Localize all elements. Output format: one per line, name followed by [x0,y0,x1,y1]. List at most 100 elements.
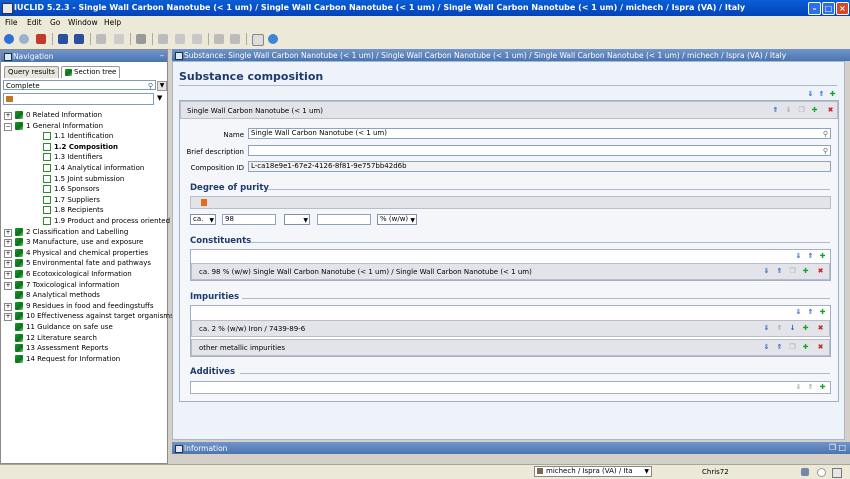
copy-row-icon: ❒ [789,343,796,351]
report-icon[interactable] [252,34,264,46]
menu-edit[interactable]: Edit [27,18,42,27]
title-divider [179,85,837,86]
minimize-panel-icon[interactable]: – [160,51,164,60]
filter-combo[interactable]: Complete ⚲ [3,80,156,90]
node-icon[interactable] [6,96,13,102]
purity-divider [268,189,830,190]
expand-icon[interactable]: + [4,260,12,269]
tree-item-label: 1.7 Suppliers [54,195,100,204]
undo-icon[interactable] [214,34,224,44]
constituent-row[interactable]: ca. 98 % (w/w) Single Wall Carbon Nanotu… [191,263,830,280]
search-icon[interactable]: ⚲ [823,130,828,138]
move-up-icon[interactable]: ⇑ [776,344,783,351]
maximize-button[interactable]: □ [822,2,835,15]
expand-all-icon[interactable]: ⇓ [807,91,814,98]
menu-help[interactable]: Help [104,18,121,27]
purity-unit-select[interactable]: % (w/w) ▼ [377,214,417,225]
move-down-icon[interactable]: ⇓ [763,344,770,351]
progress-icon[interactable] [832,468,842,478]
tab-section-tree[interactable]: Section tree [61,66,121,78]
expand-all-icon[interactable]: ⇓ [795,309,802,316]
add-block-icon[interactable]: ✚ [811,107,818,114]
expand-icon[interactable]: + [4,239,12,248]
document-icon [43,206,51,215]
book-icon [15,259,23,268]
home-icon[interactable] [36,34,46,44]
maximize-panel-icon[interactable]: □ [838,443,846,452]
impurity-row[interactable]: ca. 2 % (w/w) Iron / 7439-89-6 ⇓ ⇑ ↓ ✚ ✖ [191,320,830,337]
impurity-row[interactable]: other metallic impurities ⇓ ⇑ ❒ ✚ ✖ [191,339,830,356]
location-select[interactable]: michech / Ispra (VA) / Ita ▼ [534,466,652,477]
purity-qualifier2-select[interactable]: ▼ [284,214,310,225]
purity-value-field[interactable]: 98 [222,214,276,225]
add-constituent-icon[interactable]: ✚ [819,253,826,260]
tab-query-results[interactable]: Query results [4,66,59,78]
delete-row-icon[interactable]: ✖ [817,344,824,351]
move-last-icon[interactable]: ↓ [789,325,796,332]
flag-icon[interactable] [201,199,207,206]
delete-row-icon[interactable]: ✖ [817,268,824,275]
delete-row-icon[interactable]: ✖ [817,325,824,332]
name-value: Single Wall Carbon Nanotube (< 1 um) [251,129,387,137]
substance-composition-editor: Substance composition ⇓ ⇑ ✚ Single Wall … [172,61,845,440]
save-all-icon[interactable] [74,34,84,44]
menu-window[interactable]: Window [68,18,98,27]
expand-icon[interactable]: + [4,281,12,290]
print-icon[interactable] [136,34,146,44]
expand-icon[interactable]: + [4,112,12,120]
impurity-row-label: other metallic impurities [199,344,286,352]
purity-value2-field[interactable] [317,214,371,225]
redo-icon[interactable] [230,34,240,44]
close-button[interactable]: × [836,2,849,15]
book-icon [15,248,23,257]
name-field[interactable]: Single Wall Carbon Nanotube (< 1 um) ⚲ [248,128,831,139]
delete-block-icon[interactable]: ✖ [827,107,834,114]
book-icon [15,291,23,300]
restore-panel-icon[interactable]: ❐ [829,443,836,452]
expand-icon[interactable]: + [4,228,12,237]
toolbar [0,29,850,50]
add-row-icon[interactable]: ✚ [802,268,809,275]
forward-icon[interactable] [19,34,29,44]
collapse-all-icon[interactable]: ⇑ [807,309,814,316]
menu-go[interactable]: Go [50,18,60,27]
document-icon[interactable] [114,34,124,44]
copy-icon[interactable] [175,34,185,44]
composition-block: Single Wall Carbon Nanotube (< 1 um) ⇑ ⇓… [179,100,839,402]
edit-icon[interactable] [96,34,106,44]
expand-icon[interactable]: + [4,249,12,258]
menu-file[interactable]: File [5,18,18,27]
cut-icon[interactable] [158,34,168,44]
paste-icon[interactable] [192,34,202,44]
collapse-all-icon[interactable]: ⇑ [807,253,814,260]
move-up-icon[interactable]: ⇑ [776,268,783,275]
tree-item-label: 4 Physical and chemical properties [26,248,149,257]
filter-dropdown-icon[interactable]: ▼ [157,81,167,91]
add-additive-icon[interactable]: ✚ [819,384,826,391]
collapse-all-icon[interactable]: ⇑ [818,91,825,98]
add-impurity-icon[interactable]: ✚ [819,309,826,316]
brief-description-field[interactable]: ⚲ [248,145,831,156]
search-icon[interactable]: ⚲ [148,81,153,91]
purity-qualifier-select[interactable]: ca. ▼ [190,214,216,225]
expand-icon[interactable]: + [4,271,12,279]
expand-icon[interactable]: + [4,302,12,311]
move-down-icon[interactable]: ⇓ [763,268,770,275]
collapse-icon[interactable]: − [4,122,12,131]
move-up-icon[interactable]: ⇑ [772,107,779,114]
back-icon[interactable] [4,34,14,44]
minimize-button[interactable]: – [808,2,821,15]
app-icon [2,3,13,14]
add-composition-icon[interactable]: ✚ [829,91,836,98]
tree-item-label: 14 Request for Information [26,354,121,363]
expand-all-icon[interactable]: ⇓ [795,253,802,260]
tree-menu-icon[interactable]: ▼ [157,94,162,102]
menu-bar: File Edit Go Window Help [0,16,850,29]
add-row-icon[interactable]: ✚ [802,325,809,332]
help-icon[interactable] [268,34,278,44]
add-row-icon[interactable]: ✚ [802,344,809,351]
expand-icon[interactable]: + [4,313,12,322]
save-icon[interactable] [58,34,68,44]
move-down-icon[interactable]: ⇓ [763,325,770,332]
search-icon[interactable]: ⚲ [823,147,828,155]
